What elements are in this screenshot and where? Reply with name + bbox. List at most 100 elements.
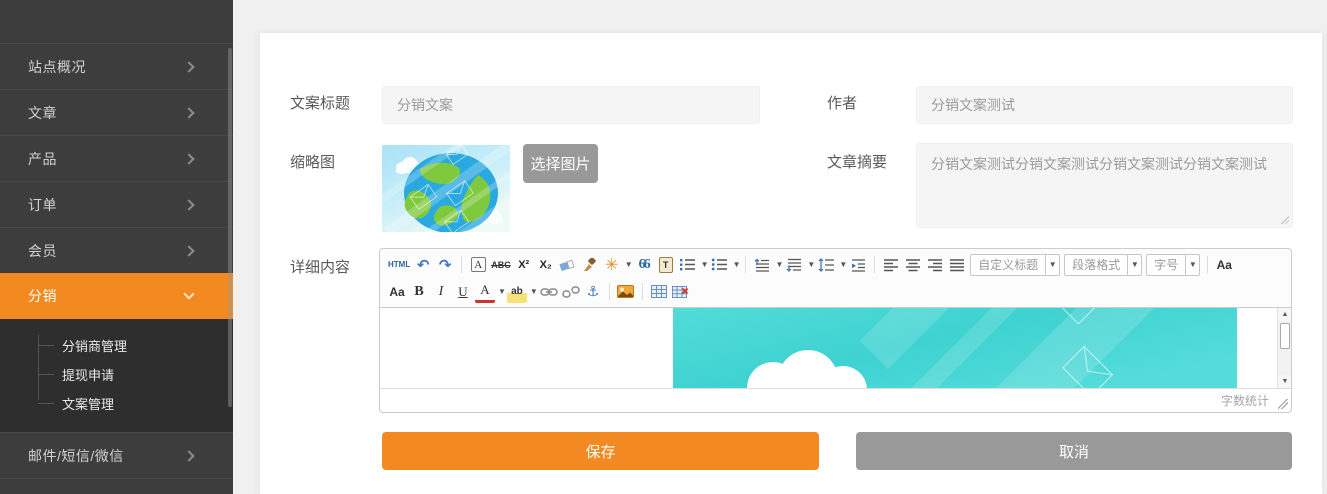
insert-image-icon[interactable]	[616, 281, 636, 303]
case-change-icon[interactable]: Aa	[1214, 254, 1234, 276]
paragraph-format-select-arrow[interactable]: ▼	[1127, 255, 1141, 275]
paragraph-spacing-bottom-dropdown-arrow[interactable]: ▼	[807, 260, 815, 269]
editor-scrollbar[interactable]: ▲ ▼	[1277, 308, 1291, 388]
sidebar-item-products[interactable]: 产品	[0, 135, 233, 181]
font-size-select-arrow[interactable]: ▼	[1185, 255, 1199, 275]
paragraph-spacing-bottom-icon[interactable]	[784, 254, 804, 276]
ordered-list-dropdown-arrow[interactable]: ▼	[701, 260, 709, 269]
blockquote-icon[interactable]: 66	[634, 254, 654, 276]
paragraph-format-select-value: 段落格式	[1065, 256, 1127, 273]
submenu-item-withdrawal-application[interactable]: 提现申请	[0, 360, 233, 389]
author-input[interactable]	[916, 86, 1293, 124]
editor-content-area[interactable]: ▲ ▼	[380, 308, 1291, 388]
undo-icon[interactable]: ↶	[413, 254, 433, 276]
strikethrough-icon[interactable]: ABC	[490, 254, 512, 276]
paragraph-spacing-top-icon[interactable]	[752, 254, 772, 276]
format-brush-icon[interactable]	[580, 254, 600, 276]
submenu-item-copy-management[interactable]: 文案管理	[0, 389, 233, 418]
subscript-icon[interactable]: X₂	[536, 254, 556, 276]
paste-text-icon[interactable]: T	[659, 257, 673, 273]
superscript-icon[interactable]: X²	[514, 254, 534, 276]
font-name-icon[interactable]: A	[471, 257, 486, 272]
submenu-item-label: 提现申请	[62, 365, 114, 384]
chevron-down-icon	[183, 288, 194, 299]
unlink-icon[interactable]	[561, 281, 581, 303]
letter-case-icon[interactable]: Aa	[387, 281, 407, 303]
sidebar-scrollbar[interactable]	[228, 48, 232, 407]
sidebar-item-orders[interactable]: 订单	[0, 181, 233, 227]
autotypeset-icon[interactable]: ✳	[602, 254, 622, 276]
line-height-dropdown-arrow[interactable]: ▼	[839, 260, 847, 269]
sidebar-item-articles[interactable]: 文章	[0, 89, 233, 135]
bold-icon[interactable]: B	[409, 281, 429, 303]
italic-icon[interactable]: I	[431, 281, 451, 303]
indent-icon[interactable]	[848, 254, 868, 276]
choose-image-button[interactable]: 选择图片	[523, 144, 598, 183]
source-code-icon[interactable]: HTML	[387, 254, 411, 276]
sidebar-item-label: 订单	[28, 195, 57, 215]
scroll-up-icon[interactable]: ▲	[1278, 308, 1291, 321]
font-size-select[interactable]: 字号 ▼	[1146, 254, 1200, 276]
scroll-down-icon[interactable]: ▼	[1278, 375, 1291, 388]
ordered-list-icon[interactable]	[678, 254, 698, 276]
copy-title-input[interactable]	[382, 86, 760, 124]
submenu-branch-line	[38, 345, 54, 346]
submenu-branch-line	[38, 374, 54, 375]
scrollbar-thumb[interactable]	[1280, 323, 1290, 349]
unordered-list-icon[interactable]	[710, 254, 730, 276]
highlight-color-dropdown-arrow[interactable]: ▼	[530, 287, 538, 296]
copy-title-label: 文案标题	[290, 95, 350, 113]
author-label: 作者	[827, 95, 857, 113]
align-right-icon[interactable]	[925, 254, 945, 276]
sidebar-item-label: 会员	[28, 241, 57, 261]
highlight-color-icon[interactable]: ab	[507, 281, 527, 303]
detail-content-label: 详细内容	[290, 259, 350, 277]
paragraph-spacing-top-dropdown-arrow[interactable]: ▼	[775, 260, 783, 269]
chevron-right-icon	[183, 450, 194, 461]
sidebar-item-distribution[interactable]: 分销	[0, 273, 233, 319]
thumbnail-label: 缩略图	[290, 154, 335, 172]
sidebar-submenu: 分销商管理 提现申请 文案管理	[0, 319, 233, 432]
toolbar-separator	[461, 256, 462, 273]
font-color-dropdown-arrow[interactable]: ▼	[498, 287, 506, 296]
chevron-right-icon	[183, 199, 194, 210]
sidebar: 站点概况 文章 产品 订单 会员 分销 分销商管理 提现申请 文案管理	[0, 0, 233, 494]
toolbar-separator	[874, 256, 875, 273]
save-button[interactable]: 保存	[382, 432, 819, 470]
submenu-branch-line	[38, 403, 54, 404]
sidebar-item-email-sms-wechat[interactable]: 邮件/短信/微信	[0, 432, 233, 478]
cancel-button[interactable]: 取消	[856, 432, 1292, 470]
sidebar-item-site-overview[interactable]: 站点概况	[0, 43, 233, 89]
content-banner-image	[673, 308, 1237, 388]
submenu-item-distributor-management[interactable]: 分销商管理	[0, 331, 233, 360]
content-card: 文案标题 作者 缩略图	[260, 33, 1322, 494]
editor-resize-grip[interactable]	[1278, 399, 1288, 409]
insert-table-icon[interactable]	[649, 281, 669, 303]
sidebar-item-members[interactable]: 会员	[0, 227, 233, 273]
delete-table-icon[interactable]	[671, 281, 691, 303]
anchor-icon[interactable]: ⚓	[583, 281, 603, 303]
custom-title-select[interactable]: 自定义标题 ▼	[970, 254, 1060, 276]
summary-textarea[interactable]: 分销文案测试分销文案测试分销文案测试分销文案测试	[916, 143, 1293, 228]
font-color-icon[interactable]: A	[475, 281, 495, 303]
align-center-icon[interactable]	[903, 254, 923, 276]
eraser-icon[interactable]	[558, 254, 578, 276]
paragraph-format-select[interactable]: 段落格式 ▼	[1064, 254, 1142, 276]
align-justify-icon[interactable]	[947, 254, 967, 276]
thumbnail-image	[382, 145, 510, 232]
link-icon[interactable]	[539, 281, 559, 303]
unordered-list-dropdown-arrow[interactable]: ▼	[733, 260, 741, 269]
autotypeset-dropdown-arrow[interactable]: ▼	[625, 260, 633, 269]
custom-title-select-arrow[interactable]: ▼	[1045, 255, 1059, 275]
toolbar-row-1: HTML ↶ ↷ A ABC X² X₂ ✳ ▼ 66 T	[386, 251, 1285, 278]
redo-icon[interactable]: ↷	[435, 254, 455, 276]
sidebar-item-label: 分销	[28, 286, 57, 306]
line-height-icon[interactable]	[816, 254, 836, 276]
editor-toolbar: HTML ↶ ↷ A ABC X² X₂ ✳ ▼ 66 T	[380, 249, 1291, 308]
sidebar-item-label: 产品	[28, 149, 57, 169]
underline-icon[interactable]: U	[453, 281, 473, 303]
submenu-item-label: 分销商管理	[62, 336, 127, 355]
sidebar-item-label: 邮件/短信/微信	[28, 446, 124, 466]
chevron-right-icon	[183, 153, 194, 164]
align-left-icon[interactable]	[881, 254, 901, 276]
